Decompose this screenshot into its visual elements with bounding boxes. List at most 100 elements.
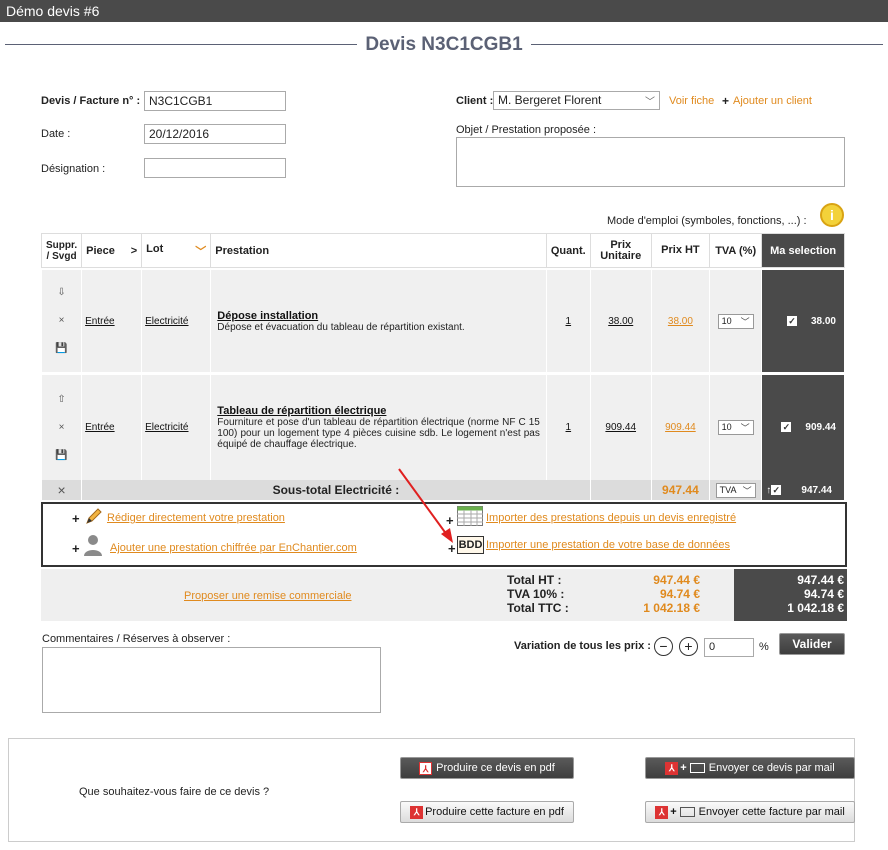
app-title: Démo devis #6 — [6, 3, 100, 19]
minus-button[interactable]: − — [654, 637, 673, 656]
pdf-facture-button[interactable]: ⅄ Produire cette facture en pdf — [400, 801, 574, 823]
mail-devis-button[interactable]: ⅄ + Envoyer ce devis par mail — [645, 757, 855, 779]
subtotal-selection-cell: ↑✓ 947.44 — [761, 480, 845, 500]
chevron-down-icon: ﹀ — [742, 485, 752, 496]
subtotal-selection-value: 947.44 — [801, 484, 832, 496]
pdf-icon: ⅄ — [655, 805, 669, 819]
row-actions: ⇩ × 💾 — [40, 270, 83, 372]
subtotal-selection-checkbox[interactable]: ✓ — [771, 484, 782, 495]
date-input[interactable]: 20/12/2016 — [144, 124, 286, 144]
tva-value: 10 — [721, 315, 732, 326]
header-lot[interactable]: Lot ﹀ — [141, 233, 212, 268]
plus-icon: + — [72, 541, 80, 556]
selection-checkbox[interactable]: ✓ — [781, 422, 792, 433]
pdf-icon: ⅄ — [419, 761, 433, 775]
total-tva-value: 94.74 € — [659, 587, 700, 601]
mail-facture-button[interactable]: ⅄ + Envoyer cette facture par mail — [645, 801, 855, 823]
sel-tva-value: 94.74 € — [803, 587, 844, 601]
plus-icon: + — [72, 511, 80, 526]
selection-value: 909.44 — [805, 422, 836, 433]
tva-select[interactable]: 10 ﹀ — [717, 313, 754, 329]
designation-input[interactable] — [144, 158, 286, 178]
delete-icon[interactable]: × — [43, 414, 80, 442]
importer-bdd-link[interactable]: Importer une prestation de votre base de… — [486, 539, 730, 551]
prestation-description: Dépose et évacuation du tableau de répar… — [217, 321, 465, 333]
selection-totals: 947.44 € 94.74 € 1 042.18 € — [734, 569, 847, 621]
prestations-table: Suppr. / Svgd Piece > Lot ﹀ Prestation Q… — [40, 233, 845, 500]
row-actions: ⇧ × 💾 — [40, 375, 83, 480]
chevron-down-icon: ﹀ — [740, 316, 750, 327]
valider-button[interactable]: Valider — [779, 633, 845, 655]
piece-link[interactable]: Entrée — [85, 316, 114, 327]
pdf-devis-button[interactable]: ⅄ Produire ce devis en pdf — [400, 757, 574, 779]
plus-icon: + — [722, 94, 730, 108]
chevron-down-icon: ﹀ — [740, 423, 750, 433]
objet-label: Objet / Prestation proposée : — [456, 124, 597, 136]
ajouter-client-link[interactable]: Ajouter un client — [733, 95, 812, 107]
remise-link[interactable]: Proposer une remise commerciale — [184, 590, 352, 602]
chevron-down-icon: ﹀ — [645, 97, 655, 108]
client-value: M. Bergeret Florent — [498, 93, 602, 107]
selection-checkbox[interactable]: ✓ — [786, 315, 797, 326]
totals-values: 947.44 € 94.74 € 1 042.18 € — [600, 573, 700, 615]
quantity-value[interactable]: 1 — [566, 316, 572, 327]
pdf-icon: ⅄ — [410, 805, 424, 819]
header-suppr: Suppr. / Svgd — [40, 233, 83, 268]
pdf-devis-label: Produire ce devis en pdf — [436, 762, 555, 774]
help-icon[interactable]: i — [820, 203, 844, 227]
footer-question: Que souhaitez-vous faire de ce devis ? — [79, 786, 270, 798]
header-quant: Quant. — [545, 233, 591, 268]
mail-icon — [689, 763, 705, 774]
unit-price-value[interactable]: 38.00 — [608, 316, 633, 327]
totals-labels: Total HT : TVA 10% : Total TTC : — [507, 573, 569, 615]
header-prix-ht: Prix HT — [650, 233, 711, 268]
move-up-icon[interactable]: ⇧ — [43, 386, 80, 414]
plus-icon: + — [680, 762, 687, 774]
subtotal-tva-value: TVA — [719, 484, 737, 495]
unit-price-value[interactable]: 909.44 — [605, 422, 636, 433]
piece-link[interactable]: Entrée — [85, 422, 114, 433]
objet-textarea[interactable] — [456, 137, 845, 187]
tva-select[interactable]: 10 ﹀ — [717, 420, 754, 435]
total-ttc-label: Total TTC : — [507, 601, 569, 615]
save-icon[interactable]: 💾 — [43, 442, 80, 470]
plus-icon: + — [670, 806, 677, 818]
subtotal-tva-select[interactable]: TVA ﹀ — [715, 482, 756, 498]
comments-label: Commentaires / Réserves à observer : — [42, 633, 231, 645]
numero-input[interactable]: N3C1CGB1 — [144, 91, 286, 111]
header-lot-label: Lot — [146, 242, 164, 255]
spreadsheet-icon — [457, 506, 483, 526]
app-title-bar: Démo devis #6 — [0, 0, 888, 22]
move-down-icon[interactable]: ⇩ — [43, 279, 80, 307]
delete-icon[interactable]: × — [43, 307, 80, 335]
table-header-row: Suppr. / Svgd Piece > Lot ﹀ Prestation Q… — [40, 233, 845, 268]
user-icon — [83, 534, 103, 556]
price-ht-value[interactable]: 38.00 — [668, 316, 693, 327]
header-piece[interactable]: Piece > — [81, 233, 143, 268]
variation-input[interactable]: 0 — [704, 638, 754, 657]
quantity-value[interactable]: 1 — [566, 422, 572, 433]
variation-label: Variation de tous les prix : — [514, 640, 651, 652]
comments-textarea[interactable] — [42, 647, 381, 713]
mail-devis-label: Envoyer ce devis par mail — [708, 762, 835, 774]
total-tva-label: TVA 10% : — [507, 587, 565, 601]
lot-link[interactable]: Electricité — [145, 422, 188, 433]
price-ht-value[interactable]: 909.44 — [665, 422, 696, 433]
importer-devis-link[interactable]: Importer des prestations depuis un devis… — [486, 512, 736, 524]
header-prestation: Prestation — [210, 233, 547, 268]
rediger-link[interactable]: Rédiger directement votre prestation — [107, 512, 285, 524]
save-icon[interactable]: 💾 — [43, 335, 80, 363]
prestation-title[interactable]: Dépose installation — [217, 310, 540, 322]
voir-fiche-link[interactable]: Voir fiche — [669, 95, 714, 107]
delete-icon[interactable]: × — [40, 480, 83, 500]
lot-link[interactable]: Electricité — [145, 316, 188, 327]
sel-ttc-value: 1 042.18 € — [787, 601, 844, 615]
ajouter-enchantier-link[interactable]: Ajouter une prestation chiffrée par EnCh… — [110, 542, 357, 554]
prestation-title[interactable]: Tableau de répartition électrique — [217, 405, 540, 417]
header-selection: Ma selection — [761, 233, 845, 268]
plus-button[interactable]: + — [679, 637, 698, 656]
subtotal-price-ht: 947.44 — [650, 480, 711, 500]
pdf-icon: ⅄ — [665, 761, 679, 775]
client-select[interactable]: M. Bergeret Florent ﹀ — [493, 91, 660, 110]
client-label: Client : — [456, 95, 494, 107]
